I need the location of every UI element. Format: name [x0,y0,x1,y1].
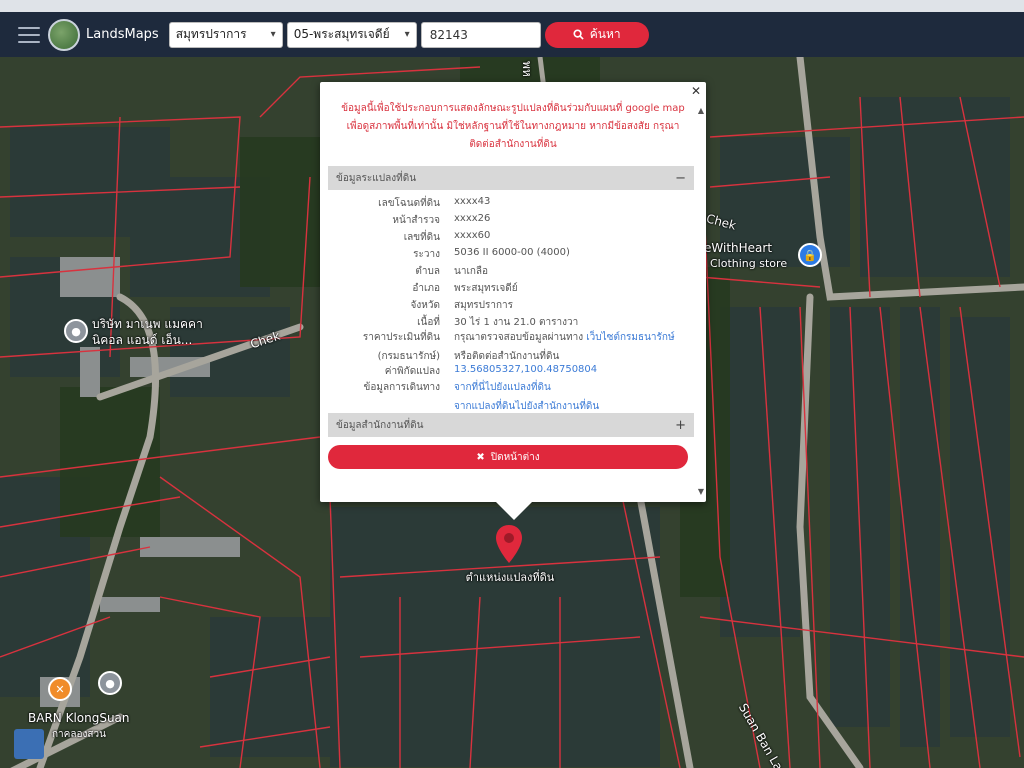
parcel-number-value: 82143 [429,27,468,42]
price-value: กรุณาตรวจสอบข้อมูลผ่านทาง เว็บไซต์กรมธนา… [454,330,694,364]
parcel-number-input[interactable]: 82143 [420,21,541,48]
detail-value: 30 ไร่ 1 งาน 21.0 ตารางวา [454,317,579,328]
detail-value: xxxx43 [454,196,491,207]
close-window-button[interactable]: ✖ ปิดหน้าต่าง [328,445,688,469]
directions-to-office-link[interactable]: จากแปลงที่ดินไปยังสำนักงานที่ดิน [454,399,694,414]
treasury-link[interactable]: เว็บไซต์กรมธนารักษ์ [586,332,674,343]
store-marker-icon[interactable]: 🔒 [798,243,822,267]
detail-row: หน้าสำรวจ xxxx26 [328,213,694,228]
detail-row: เลขโฉนดที่ดิน xxxx43 [328,196,694,211]
price-value-text: กรุณาตรวจสอบข้อมูลผ่านทาง [454,332,587,343]
detail-key: เนื้อที่ [417,317,440,328]
parcel-info-popup: ✕ ▲ ข้อมูลนี้เพื่อใช้ประกอบการแสดงลักษณะ… [320,82,706,520]
detail-key: หน้าสำรวจ [392,215,440,226]
price-row: ราคาประเมินที่ดิน (กรมธนารักษ์) กรุณาตรว… [328,330,694,364]
barn-sub-label: กาคลองสวน [52,729,106,740]
travel-row: ข้อมูลการเดินทาง จากที่นี่ไปยังแปลงที่ดิ… [328,380,694,414]
office-section-title: ข้อมูลสำนักงานที่ดิน [336,419,424,431]
detail-value: สมุทรปราการ [454,300,514,311]
top-navbar: LandsMaps สมุทรปราการ ▾ 05-พระสมุทรเจดีย… [0,12,1024,57]
close-icon: ✖ [476,451,485,463]
detail-value: พระสมุทรเจดีย์ [454,283,518,294]
detail-value: xxxx26 [454,213,491,224]
coord-link[interactable]: 13.56805327,100.48750804 [454,364,694,379]
detail-row: อำเภอ พระสมุทรเจดีย์ [328,281,694,296]
expand-icon[interactable]: + [675,418,686,433]
detail-key: ระวาง [413,249,440,260]
scroll-down-icon[interactable]: ▼ [698,487,704,496]
travel-key: ข้อมูลการเดินทาง [363,382,440,393]
chevron-down-icon: ▾ [404,29,410,40]
detail-key: ตำบล [415,266,440,277]
price-key: ราคาประเมินที่ดิน (กรมธนารักษ์) [328,330,454,364]
disclaimer-line-3: ติดต่อสำนักงานที่ดิน [469,139,557,150]
detail-key: จังหวัด [410,300,440,311]
district-value: 05-พระสมุทรเจดีย์ [293,27,390,41]
company-marker-icon[interactable]: ● [64,319,88,343]
coord-key: ค่าพิกัดแปลง [384,366,440,377]
detail-key: อำเภอ [412,283,440,294]
place-marker-icon[interactable]: ● [98,671,122,695]
collapse-icon[interactable]: − [675,171,686,186]
company-label-2: นิคอล แอนด์ เอ็น... [92,333,193,347]
price-key-line-2: (กรมธนารักษ์) [377,351,440,362]
map-tools-icon[interactable] [14,729,44,759]
disclaimer-text: ข้อมูลนี้เพื่อใช้ประกอบการแสดงลักษณะรูปแ… [320,100,706,154]
parcel-section-header[interactable]: ข้อมูลระแปลงที่ดิน − [328,166,694,190]
parcel-section-title: ข้อมูลระแปลงที่ดิน [336,172,417,184]
search-button-label: ค้นหา [589,27,621,41]
chevron-down-icon: ▾ [270,29,276,40]
close-icon[interactable]: ✕ [691,84,701,98]
road-label: พห [520,61,534,77]
province-value: สมุทรปราการ [175,27,247,41]
search-button[interactable]: ค้นหา [544,21,649,48]
close-window-label: ปิดหน้าต่าง [490,451,540,463]
disclaimer-line-1: ข้อมูลนี้เพื่อใช้ประกอบการแสดงลักษณะรูปแ… [341,103,685,114]
restaurant-marker-icon[interactable]: ✕ [48,677,72,701]
detail-key: เลขโฉนดที่ดิน [378,198,440,209]
office-section-header[interactable]: ข้อมูลสำนักงานที่ดิน + [328,413,694,437]
popup-pointer [496,502,532,520]
province-select[interactable]: สมุทรปราการ ▾ [168,21,283,48]
travel-links: จากที่นี่ไปยังแปลงที่ดิน จากแปลงที่ดินไป… [454,380,694,414]
barn-label: BARN KlongSuan [28,711,130,725]
detail-value: xxxx60 [454,230,491,241]
district-select[interactable]: 05-พระสมุทรเจดีย์ ▾ [286,21,417,48]
brand-name: LandsMaps [86,27,159,42]
price-key-line-1: ราคาประเมินที่ดิน [362,332,440,343]
disclaimer-line-2: เพื่อดูสภาพพื้นที่เท่านั้น มิใช่หลักฐานท… [346,121,680,132]
detail-row: เลขที่ดิน xxxx60 [328,230,694,245]
price-value-line-2: หรือติดต่อสำนักงานที่ดิน [454,351,560,362]
coord-row: ค่าพิกัดแปลง 13.56805327,100.48750804 [328,364,694,379]
parcel-location-label: ตำแหน่งแปลงที่ดิน [465,571,555,584]
detail-key: เลขที่ดิน [403,232,440,243]
directions-to-parcel-link[interactable]: จากที่นี่ไปยังแปลงที่ดิน [454,380,694,395]
landsmaps-logo [48,18,80,51]
detail-value: 5036 II 6000-00 (4000) [454,247,570,258]
menu-icon[interactable] [18,26,40,43]
detail-row: ตำบล นาเกลือ [328,264,694,279]
store-type-label: Clothing store [710,257,788,270]
search-icon [573,29,584,40]
store-name-label: eWithHeart [704,241,773,255]
location-pin-icon[interactable] [494,524,524,564]
detail-row: จังหวัด สมุทรปราการ [328,298,694,313]
detail-value: นาเกลือ [454,266,489,277]
detail-row: เนื้อที่ 30 ไร่ 1 งาน 21.0 ตารางวา [328,315,694,330]
detail-row: ระวาง 5036 II 6000-00 (4000) [328,247,694,262]
